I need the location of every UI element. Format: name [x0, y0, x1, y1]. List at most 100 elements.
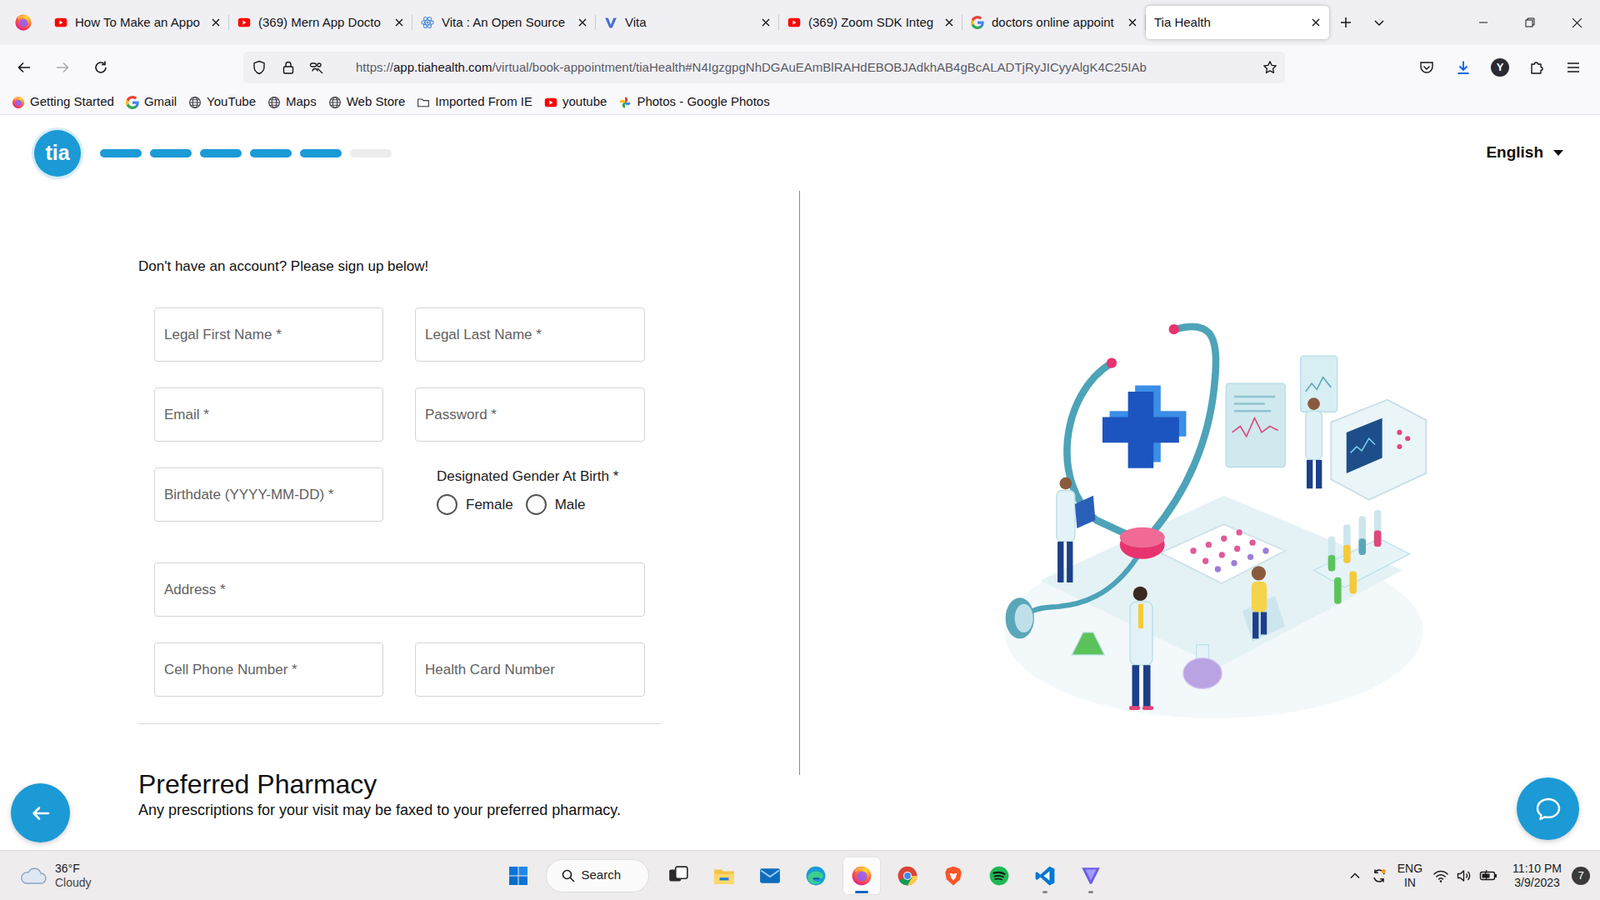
- gender-option-label[interactable]: Male: [555, 494, 586, 516]
- caret-down-icon[interactable]: [1553, 150, 1564, 157]
- minimize-button[interactable]: [1460, 0, 1507, 45]
- weather-text[interactable]: 36°FCloudy: [55, 861, 92, 890]
- chat-icon[interactable]: [1534, 795, 1563, 824]
- language-code[interactable]: ENG: [1397, 861, 1423, 876]
- last-name-field[interactable]: [415, 307, 645, 362]
- bookmark-label[interactable]: Web Store: [346, 92, 406, 112]
- vita-app-icon[interactable]: [1080, 865, 1102, 887]
- close-tab-icon[interactable]: [577, 17, 588, 28]
- bookmark-label[interactable]: Maps: [285, 92, 317, 112]
- brave-icon[interactable]: [942, 865, 965, 887]
- birthdate-field[interactable]: [154, 467, 384, 522]
- taskbar-app[interactable]: [1026, 857, 1064, 895]
- password-field[interactable]: [415, 387, 645, 442]
- bookmark-label[interactable]: YouTube: [206, 92, 256, 112]
- close-tab-icon[interactable]: [760, 17, 771, 28]
- battery-icon[interactable]: [1479, 867, 1498, 885]
- cloud-icon[interactable]: [18, 865, 47, 886]
- browser-tab[interactable]: Vita: [595, 5, 780, 40]
- taskbar-app[interactable]: [980, 857, 1018, 895]
- close-tab-icon[interactable]: [210, 17, 221, 28]
- taskbar-search[interactable]: Search: [545, 859, 650, 893]
- close-tab-icon[interactable]: [394, 17, 405, 28]
- bookmark-item[interactable]: Web Store: [328, 92, 406, 112]
- permissions-icon[interactable]: [309, 60, 325, 75]
- taskbar-app[interactable]: [1072, 857, 1110, 895]
- weather-widget[interactable]: 36°FCloudy: [0, 861, 500, 890]
- notification-badge[interactable]: 7: [1571, 866, 1590, 885]
- tia-logo[interactable]: tia: [34, 130, 81, 177]
- bookmark-item[interactable]: Getting Started: [11, 92, 115, 112]
- bookmark-item[interactable]: Gmail: [125, 92, 177, 112]
- taskbar-app[interactable]: [843, 857, 880, 895]
- tab-label[interactable]: (369) Mern App Docto: [258, 13, 387, 33]
- input-language[interactable]: ENGIN: [1397, 861, 1423, 890]
- tab-label[interactable]: (369) Zoom SDK Integ: [808, 13, 937, 33]
- gender-option[interactable]: Male: [525, 494, 586, 516]
- account-avatar[interactable]: Y: [1490, 58, 1510, 77]
- wifi-icon[interactable]: [1432, 867, 1450, 885]
- downloads-button[interactable]: [1450, 54, 1477, 81]
- browser-tab[interactable]: (369) Mern App Docto: [229, 5, 413, 40]
- url-path[interactable]: /virtual/book-appointment/tiaHealth#N4Ig…: [491, 60, 1146, 75]
- browser-tab[interactable]: Vita : An Open Source: [412, 5, 596, 40]
- tab-label[interactable]: Vita : An Open Source: [441, 13, 570, 33]
- arrow-left-icon[interactable]: [29, 801, 53, 825]
- vscode-icon[interactable]: [1034, 865, 1056, 887]
- first-name-field[interactable]: [154, 307, 384, 362]
- firefox-menu[interactable]: [0, 13, 46, 32]
- bookmark-label[interactable]: Getting Started: [30, 92, 115, 112]
- tab-label[interactable]: doctors online appoint: [991, 13, 1120, 33]
- chrome-icon[interactable]: [896, 865, 919, 887]
- lock-icon[interactable]: [280, 60, 296, 75]
- clock-time[interactable]: 11:10 PM: [1512, 861, 1562, 876]
- bookmark-item[interactable]: YouTube: [188, 92, 256, 112]
- bookmark-label[interactable]: Gmail: [144, 92, 177, 112]
- tab-label[interactable]: How To Make an Appo: [75, 13, 204, 33]
- menu-button[interactable]: [1560, 54, 1587, 81]
- list-tabs-button[interactable]: [1362, 5, 1396, 40]
- clock[interactable]: 11:10 PM3/9/2023: [1512, 861, 1562, 890]
- reload-button[interactable]: [87, 54, 115, 81]
- url-scheme[interactable]: https://: [355, 60, 394, 75]
- language-select[interactable]: English: [1485, 140, 1564, 165]
- restore-button[interactable]: [1506, 0, 1554, 45]
- browser-tab[interactable]: (369) Zoom SDK Integ: [779, 5, 963, 40]
- url-host[interactable]: app.tiahealth.com: [393, 60, 492, 75]
- search-icon[interactable]: [561, 869, 575, 883]
- gender-radio[interactable]: [525, 494, 547, 515]
- account-button[interactable]: Y: [1486, 54, 1514, 81]
- chat-button[interactable]: [1516, 777, 1580, 840]
- gender-option[interactable]: Female: [436, 494, 514, 516]
- bookmark-star-icon[interactable]: [1262, 60, 1278, 75]
- bookmark-item[interactable]: Photos - Google Photos: [618, 92, 770, 112]
- clock-date[interactable]: 3/9/2023: [1514, 875, 1560, 890]
- close-tab-icon[interactable]: [1127, 17, 1138, 28]
- browser-tab[interactable]: Tia Health: [1145, 5, 1330, 40]
- bookmark-item[interactable]: Maps: [267, 92, 317, 112]
- gender-radio[interactable]: [436, 494, 458, 515]
- extensions-button[interactable]: [1523, 54, 1550, 81]
- browser-tab[interactable]: doctors online appoint: [962, 5, 1146, 40]
- taskbar-app[interactable]: [889, 857, 926, 895]
- gender-option-label[interactable]: Female: [465, 494, 514, 516]
- speaker-icon[interactable]: [1455, 867, 1473, 885]
- weather-temperature[interactable]: 36°F: [55, 861, 92, 876]
- start-button[interactable]: [500, 857, 537, 895]
- address-field[interactable]: [154, 562, 645, 617]
- email-field[interactable]: [154, 387, 384, 442]
- file-explorer-icon[interactable]: [713, 865, 735, 887]
- region-code[interactable]: IN: [1404, 875, 1416, 890]
- back-button[interactable]: [10, 783, 70, 843]
- bookmark-item[interactable]: Imported From IE: [416, 92, 533, 112]
- taskbar-app[interactable]: [660, 857, 697, 895]
- mail-icon[interactable]: [759, 865, 781, 887]
- windows-icon[interactable]: [508, 865, 529, 886]
- phone-field[interactable]: [154, 642, 384, 697]
- health-card-field[interactable]: [415, 642, 645, 697]
- bookmark-label[interactable]: youtube: [562, 92, 607, 112]
- tab-label[interactable]: Vita: [625, 13, 754, 33]
- taskbar-app[interactable]: [797, 857, 835, 895]
- url-text[interactable]: https://app.tiahealth.com/virtual/book-a…: [355, 58, 1263, 78]
- pocket-button[interactable]: [1413, 54, 1440, 81]
